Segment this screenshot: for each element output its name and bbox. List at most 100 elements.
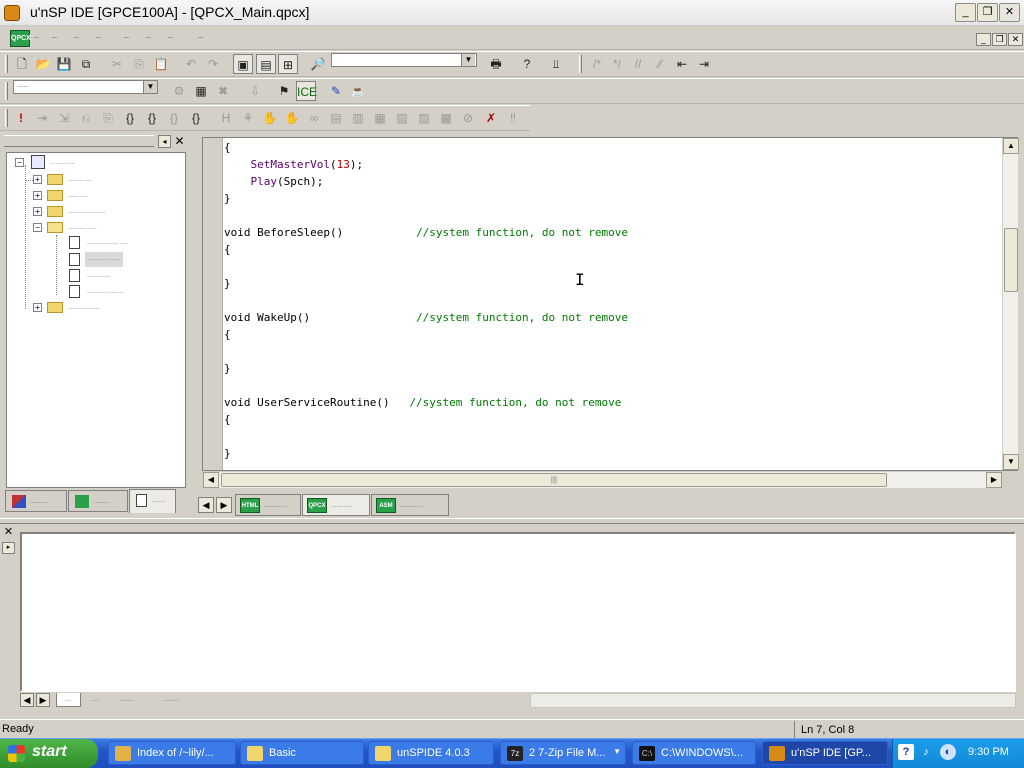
- panel-splitter[interactable]: [0, 518, 1024, 524]
- tree-file-3[interactable]: ------------ -----: [87, 270, 111, 282]
- doc-tab-2[interactable]: QPCX --------- ------: [302, 494, 370, 516]
- code-line[interactable]: void UserServiceRoutine() //system funct…: [224, 394, 621, 411]
- project-combo-dropdown-icon[interactable]: ▼: [143, 81, 157, 93]
- output-tab-next-icon[interactable]: ▶: [36, 693, 50, 707]
- find-combo-dropdown-icon[interactable]: ▼: [461, 54, 475, 66]
- tree-folder-5[interactable]: ------------ ----------: [69, 302, 99, 314]
- volume-tray-icon[interactable]: ♪: [918, 744, 934, 760]
- code-line[interactable]: Play(Spch);: [224, 173, 324, 190]
- mdi-close-button[interactable]: ✕: [1008, 33, 1023, 46]
- menu-item-3[interactable]: ---: [74, 35, 79, 41]
- find-in-files-icon[interactable]: 🔎: [308, 54, 328, 74]
- code-line[interactable]: }: [224, 190, 231, 207]
- pointer-icon[interactable]: ⊘: [458, 108, 478, 128]
- outdent-icon[interactable]: ⇤: [672, 54, 692, 74]
- workspace-close-icon[interactable]: ✕: [173, 135, 186, 148]
- document-icon[interactable]: QPCX: [10, 30, 31, 47]
- menu-item-1[interactable]: ---: [34, 35, 39, 41]
- paste-icon[interactable]: 📋: [151, 54, 171, 74]
- disasm-icon[interactable]: ▧: [392, 108, 412, 128]
- output-horizontal-scrollbar[interactable]: [530, 693, 1016, 708]
- task-7zip[interactable]: 7z 2 7-Zip File M... ▼: [500, 741, 626, 765]
- menu-item-2[interactable]: ---: [52, 35, 57, 41]
- find-combo[interactable]: [331, 53, 477, 67]
- windows-icon[interactable]: ⊞: [278, 54, 298, 74]
- start-button[interactable]: start: [0, 739, 98, 768]
- editor-gutter[interactable]: [203, 138, 223, 470]
- new-file-icon[interactable]: 🗋: [12, 54, 32, 74]
- code-line[interactable]: SetMasterVol(13);: [224, 156, 364, 173]
- step-icon[interactable]: ⇥: [32, 108, 52, 128]
- mdi-minimize-button[interactable]: _: [976, 33, 991, 46]
- menu-item-4[interactable]: ---: [96, 35, 101, 41]
- expand-folder-1-icon[interactable]: +: [33, 175, 42, 184]
- build-icon[interactable]: ▦: [191, 81, 211, 101]
- output-tab-build[interactable]: -----: [56, 693, 81, 707]
- reset-icon[interactable]: !: [11, 108, 31, 128]
- tab-prev-icon[interactable]: ◀: [198, 497, 214, 513]
- workspace-toggle-icon[interactable]: ▣: [233, 54, 253, 74]
- hand-icon[interactable]: ✋: [260, 108, 280, 128]
- task-unspide-folder[interactable]: unSPIDE 4.0.3: [368, 741, 494, 765]
- horizontal-scrollbar[interactable]: ◀ ||| ▶: [203, 471, 1002, 488]
- toolbar-grip-4[interactable]: [5, 109, 8, 127]
- workspace-grip[interactable]: [4, 135, 154, 147]
- expand-folder-5-icon[interactable]: +: [33, 303, 42, 312]
- code-line[interactable]: {: [224, 139, 231, 156]
- tree-file-2-selected[interactable]: ------- -------- ------: [85, 252, 124, 267]
- breakpoint-hand-icon[interactable]: ✋: [282, 108, 302, 128]
- project-tree[interactable]: − --- -------- ----- + ----------- -----…: [6, 152, 186, 488]
- run-icon[interactable]: {}: [186, 108, 206, 128]
- horizontal-scroll-thumb[interactable]: |||: [221, 473, 887, 487]
- tree-folder-1[interactable]: ----------- ------: [69, 174, 93, 186]
- vertical-scrollbar[interactable]: ▲ ▼: [1002, 138, 1019, 470]
- mdi-restore-button[interactable]: ❐: [992, 33, 1007, 46]
- symbol-icon[interactable]: ▨: [414, 108, 434, 128]
- pause-icon[interactable]: ‼: [503, 108, 523, 128]
- code-line[interactable]: {: [224, 411, 231, 428]
- code-line[interactable]: void BeforeSleep() //system function, do…: [224, 224, 628, 241]
- settings-icon[interactable]: ✎: [326, 81, 346, 101]
- maximize-button[interactable]: ❐: [977, 3, 998, 22]
- step-over-icon[interactable]: ⇲: [54, 108, 74, 128]
- doc-tab-1[interactable]: HTML ------------ ------: [235, 494, 301, 516]
- memory-icon[interactable]: ▤: [326, 108, 346, 128]
- scroll-up-icon[interactable]: ▲: [1003, 138, 1019, 154]
- compile-icon[interactable]: ⚙: [169, 81, 189, 101]
- help-icon[interactable]: ?: [517, 54, 537, 74]
- indent-icon[interactable]: ⇥: [694, 54, 714, 74]
- close-button[interactable]: ✕: [999, 3, 1020, 22]
- variable-icon[interactable]: ▩: [436, 108, 456, 128]
- doc-tab-3[interactable]: ASM ------------ ------: [371, 494, 449, 516]
- step-back-icon[interactable]: {}: [164, 108, 184, 128]
- toolbar-grip[interactable]: [5, 55, 8, 73]
- tab-resource-view[interactable]: -------------: [68, 490, 128, 512]
- copy-icon[interactable]: ⎘: [129, 54, 149, 74]
- code-line[interactable]: }: [224, 275, 231, 292]
- line-uncomment-icon[interactable]: ⁄⁄: [650, 54, 670, 74]
- code-line[interactable]: }: [224, 445, 231, 462]
- output-window[interactable]: [20, 532, 1016, 692]
- output-tab-prev-icon[interactable]: ◀: [20, 693, 34, 707]
- print-icon[interactable]: 🖶: [486, 54, 506, 74]
- project-combo[interactable]: -------: [13, 80, 158, 94]
- toolbar-grip-2[interactable]: [579, 55, 582, 73]
- edit-icon[interactable]: ⎘: [98, 108, 118, 128]
- code-editor[interactable]: [202, 137, 1018, 471]
- probe-icon[interactable]: ⚑: [274, 81, 294, 101]
- tree-folder-2[interactable]: ------- ------: [69, 190, 87, 202]
- ice-icon[interactable]: ICE: [296, 81, 317, 101]
- scroll-left-icon[interactable]: ◀: [203, 472, 219, 488]
- vertical-scroll-thumb[interactable]: [1004, 228, 1018, 292]
- expand-folder-2-icon[interactable]: +: [33, 191, 42, 200]
- tree-file-1[interactable]: --------------- -------- ------: [87, 237, 128, 249]
- output-tab-find1[interactable]: -----------: [112, 693, 143, 707]
- download-icon[interactable]: ⇩: [245, 81, 265, 101]
- toolbar-grip-3[interactable]: [5, 82, 8, 100]
- redo-icon[interactable]: ↷: [203, 54, 223, 74]
- tree-file-4[interactable]: ------ ------- -------- -----: [87, 286, 125, 298]
- expand-folder-3-icon[interactable]: +: [33, 207, 42, 216]
- save-all-icon[interactable]: ⧉: [76, 54, 96, 74]
- stop-build-icon[interactable]: ✖: [213, 81, 233, 101]
- uncomment-icon[interactable]: */: [607, 54, 627, 74]
